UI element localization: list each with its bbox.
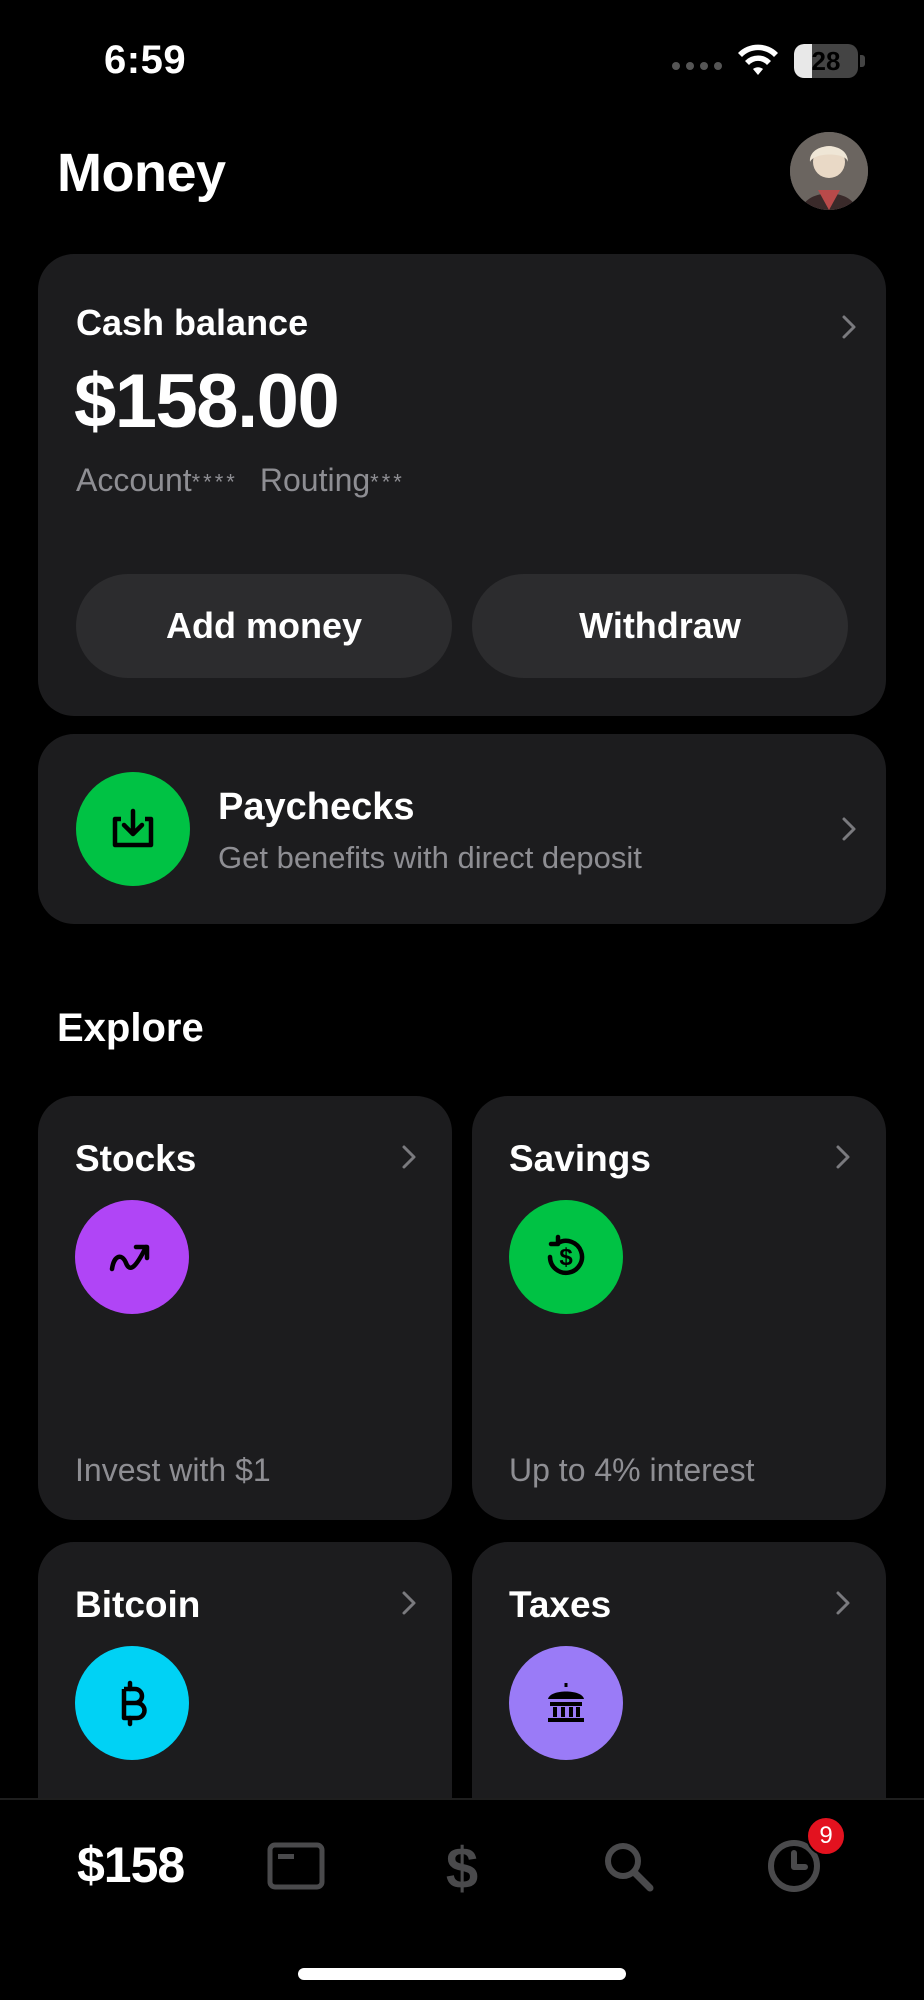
bitcoin-icon <box>75 1646 189 1760</box>
deposit-tray-icon <box>76 772 190 886</box>
chevron-right-icon <box>840 314 858 340</box>
chevron-right-icon <box>400 1590 418 1616</box>
account-mask: **** <box>191 469 238 495</box>
search-icon[interactable] <box>598 1836 658 1896</box>
battery-level: 28 <box>811 46 841 76</box>
svg-text:$: $ <box>446 1836 478 1896</box>
chevron-right-icon <box>834 1590 852 1616</box>
dollar-circle-icon: $ <box>509 1200 623 1314</box>
status-bar: 6:59 28 <box>0 0 924 120</box>
paychecks-card[interactable]: Paychecks Get benefits with direct depos… <box>38 734 886 924</box>
savings-tile[interactable]: Savings $ Up to 4% interest <box>472 1096 886 1520</box>
dollar-icon[interactable]: $ <box>432 1836 492 1896</box>
trend-arrow-icon <box>75 1200 189 1314</box>
home-indicator[interactable] <box>298 1968 626 1980</box>
account-label: Account <box>76 462 192 498</box>
savings-subtitle: Up to 4% interest <box>509 1452 755 1488</box>
signal-icon <box>672 62 722 70</box>
cash-balance-card[interactable]: Cash balance $158.00 Account**** Routing… <box>38 254 886 716</box>
svg-text:$: $ <box>559 1244 573 1271</box>
chevron-right-icon <box>834 1144 852 1170</box>
withdraw-button[interactable]: Withdraw <box>472 574 848 678</box>
stocks-title: Stocks <box>75 1138 197 1179</box>
cash-balance-label: Cash balance <box>76 302 309 343</box>
wifi-icon <box>738 44 778 75</box>
bank-icon <box>509 1646 623 1760</box>
battery-icon: 28 <box>794 44 865 78</box>
chevron-right-icon <box>840 816 858 842</box>
bitcoin-title: Bitcoin <box>75 1584 201 1625</box>
explore-title: Explore <box>57 1006 204 1050</box>
activity-badge: 9 <box>806 1816 846 1856</box>
routing-label: Routing <box>259 462 371 498</box>
stocks-tile[interactable]: Stocks Invest with $1 <box>38 1096 452 1520</box>
card-icon[interactable] <box>266 1836 326 1896</box>
paychecks-title: Paychecks <box>218 786 415 828</box>
account-info[interactable]: Account**** Routing*** <box>76 462 405 499</box>
avatar[interactable] <box>790 132 868 210</box>
chevron-right-icon <box>400 1144 418 1170</box>
tab-money-balance[interactable]: $158 <box>77 1836 185 1894</box>
page-title: Money <box>57 143 226 203</box>
status-time: 6:59 <box>104 38 187 82</box>
balance-amount: $158.00 <box>74 359 340 444</box>
taxes-title: Taxes <box>509 1584 612 1625</box>
paychecks-subtitle: Get benefits with direct deposit <box>218 840 642 875</box>
stocks-subtitle: Invest with $1 <box>75 1452 271 1488</box>
savings-title: Savings <box>509 1138 651 1179</box>
add-money-button[interactable]: Add money <box>76 574 452 678</box>
routing-mask: *** <box>370 469 405 495</box>
